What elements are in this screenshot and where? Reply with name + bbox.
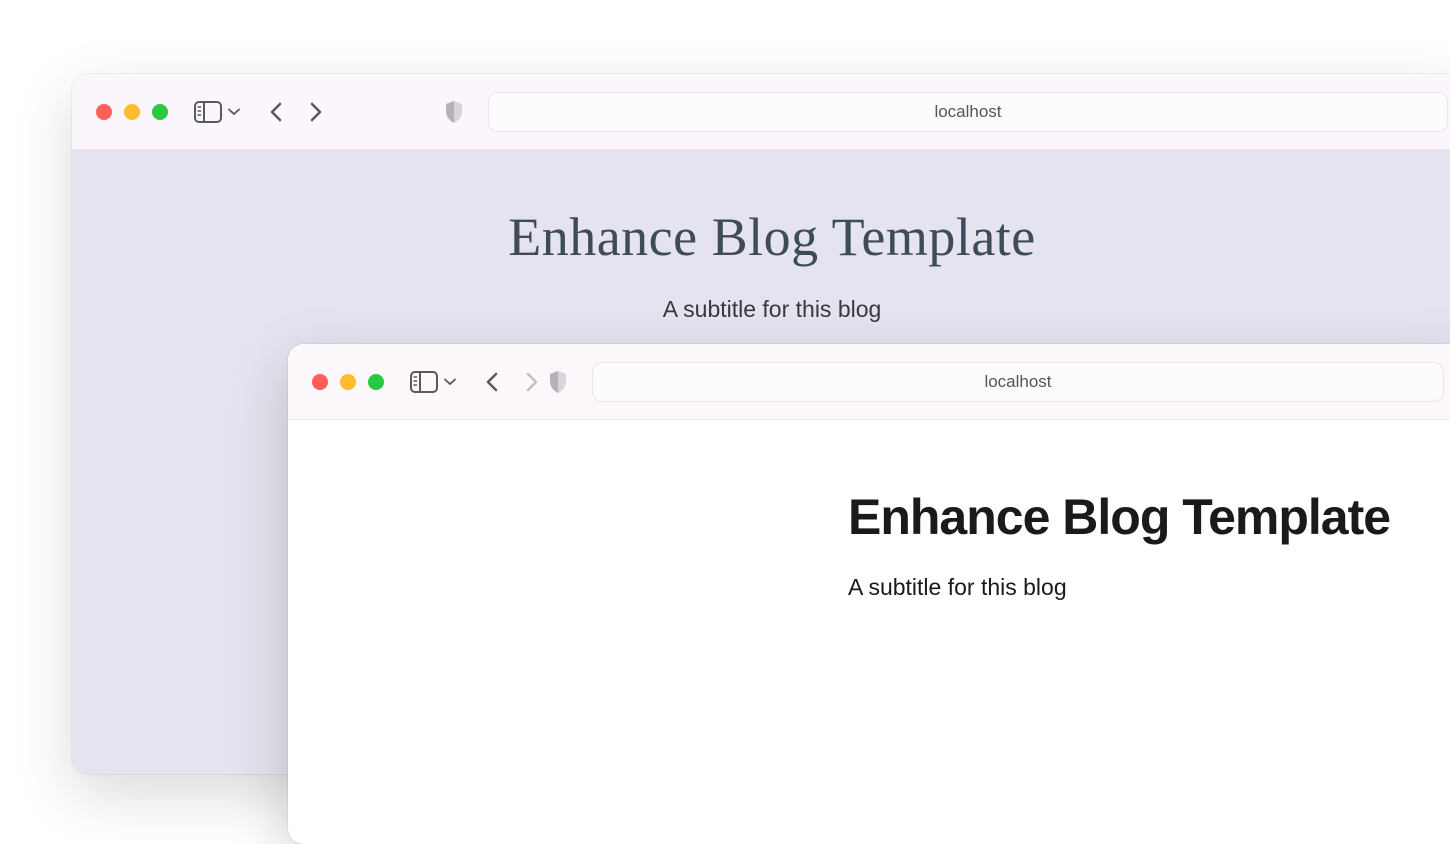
- chevron-right-icon: [308, 100, 324, 124]
- chevron-down-icon: [228, 108, 240, 116]
- close-button[interactable]: [96, 104, 112, 120]
- blog-subtitle: A subtitle for this blog: [848, 574, 1428, 601]
- address-bar[interactable]: localhost: [592, 362, 1444, 402]
- nav-buttons: [268, 100, 324, 124]
- chevron-right-icon: [524, 370, 540, 394]
- page-content: Enhance Blog Template A subtitle for thi…: [288, 420, 1450, 621]
- close-button[interactable]: [312, 374, 328, 390]
- sidebar-icon: [194, 101, 222, 123]
- back-button[interactable]: [484, 370, 500, 394]
- page-content: Enhance Blog Template A subtitle for thi…: [72, 150, 1450, 343]
- blog-subtitle: A subtitle for this blog: [112, 296, 1432, 323]
- address-text: localhost: [984, 372, 1051, 392]
- fullscreen-button[interactable]: [368, 374, 384, 390]
- fullscreen-button[interactable]: [152, 104, 168, 120]
- nav-buttons: [484, 370, 540, 394]
- back-button[interactable]: [268, 100, 284, 124]
- address-text: localhost: [934, 102, 1001, 122]
- forward-button: [524, 370, 540, 394]
- browser-window-front: localhost Enhance Blog Template A subtit…: [288, 344, 1450, 844]
- chevron-left-icon: [268, 100, 284, 124]
- privacy-shield-icon[interactable]: [444, 100, 464, 124]
- blog-title: Enhance Blog Template: [112, 206, 1432, 268]
- browser-toolbar: localhost: [288, 344, 1450, 420]
- browser-toolbar: localhost: [72, 74, 1450, 150]
- blog-title: Enhance Blog Template: [848, 488, 1428, 546]
- minimize-button[interactable]: [124, 104, 140, 120]
- sidebar-toggle[interactable]: [194, 101, 240, 123]
- traffic-lights: [96, 104, 168, 120]
- chevron-down-icon: [444, 378, 456, 386]
- traffic-lights: [312, 374, 384, 390]
- privacy-shield-icon[interactable]: [548, 370, 568, 394]
- chevron-left-icon: [484, 370, 500, 394]
- sidebar-icon: [410, 371, 438, 393]
- address-bar[interactable]: localhost: [488, 92, 1448, 132]
- sidebar-toggle[interactable]: [410, 371, 456, 393]
- forward-button[interactable]: [308, 100, 324, 124]
- minimize-button[interactable]: [340, 374, 356, 390]
